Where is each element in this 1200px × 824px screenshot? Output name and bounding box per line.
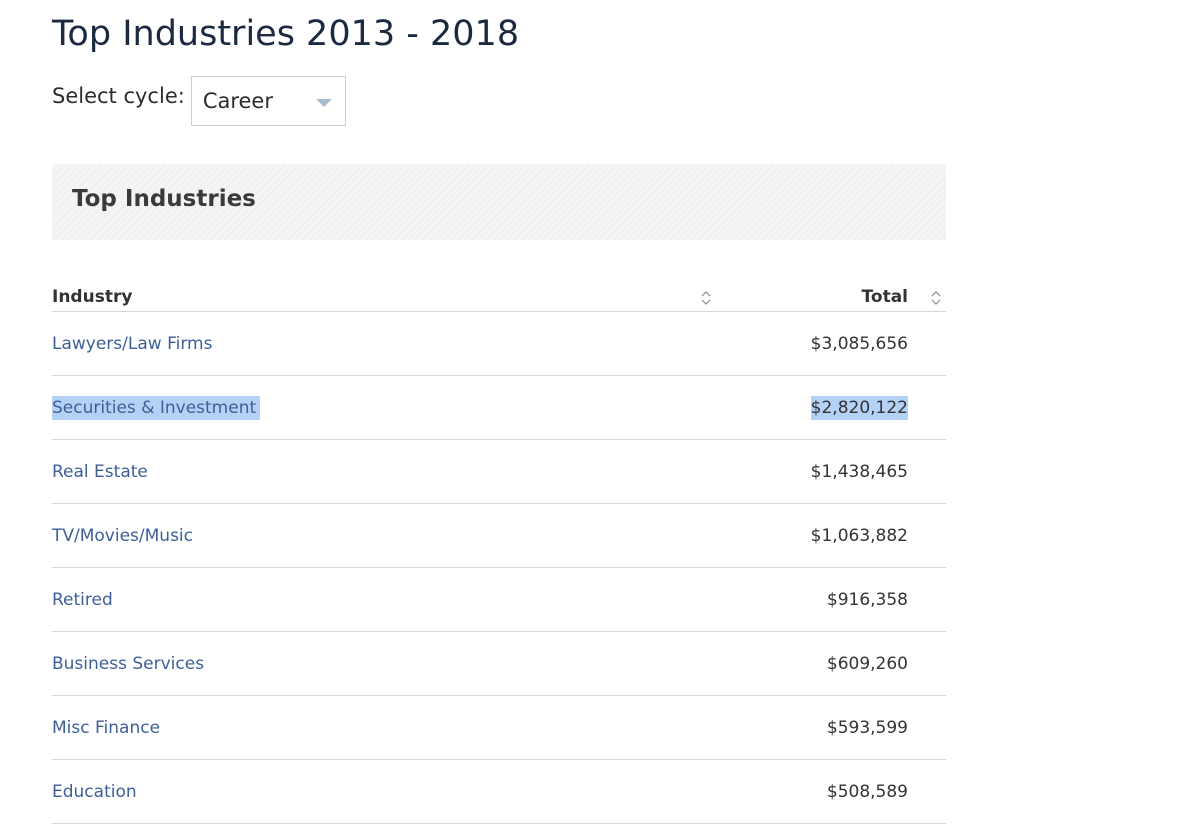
cycle-dropdown[interactable]: Career: [190, 76, 346, 126]
table-header: Industry Total: [52, 278, 946, 312]
industry-total: $2,820,122: [810, 396, 908, 420]
industry-link[interactable]: Misc Finance: [52, 716, 160, 740]
cycle-label: Select cycle:: [52, 84, 185, 108]
column-header-industry[interactable]: Industry: [52, 287, 132, 307]
cycle-selector: Select cycle: Career: [52, 76, 346, 128]
industry-link[interactable]: Retired: [52, 588, 113, 612]
sort-icon[interactable]: [700, 290, 712, 306]
table-row: Real Estate $1,438,465: [52, 440, 946, 504]
table-row: Securities & Investment $2,820,122: [52, 376, 946, 440]
table-row: Retired $916,358: [52, 568, 946, 632]
industry-link[interactable]: Lawyers/Law Firms: [52, 332, 212, 356]
industry-link[interactable]: Business Services: [52, 652, 204, 676]
industry-total: $609,260: [826, 654, 908, 674]
industry-total: $916,358: [826, 590, 908, 610]
industry-total: $508,589: [826, 782, 908, 802]
industry-total: $593,599: [826, 718, 908, 738]
industry-table: Industry Total Lawyers/Law Firms $3,085,…: [52, 278, 946, 824]
industry-link[interactable]: Education: [52, 780, 137, 804]
industry-link[interactable]: Real Estate: [52, 460, 148, 484]
caret-down-icon: [315, 99, 332, 107]
panel-title: Top Industries: [72, 186, 256, 212]
sort-icon[interactable]: [930, 290, 942, 306]
table-row: TV/Movies/Music $1,063,882: [52, 504, 946, 568]
panel-header: Top Industries: [52, 164, 946, 240]
table-row: Business Services $609,260: [52, 632, 946, 696]
industry-link[interactable]: TV/Movies/Music: [52, 524, 193, 548]
table-row: Lawyers/Law Firms $3,085,656: [52, 312, 946, 376]
industry-total: $3,085,656: [810, 334, 908, 354]
page-title: Top Industries 2013 - 2018: [52, 14, 520, 54]
column-header-total[interactable]: Total: [862, 287, 908, 307]
industry-total: $1,063,882: [810, 526, 908, 546]
table-row: Education $508,589: [52, 760, 946, 824]
cycle-selected-value: Career: [202, 89, 273, 113]
industry-total: $1,438,465: [810, 462, 908, 482]
industry-link[interactable]: Securities & Investment: [52, 396, 261, 420]
table-row: Misc Finance $593,599: [52, 696, 946, 760]
